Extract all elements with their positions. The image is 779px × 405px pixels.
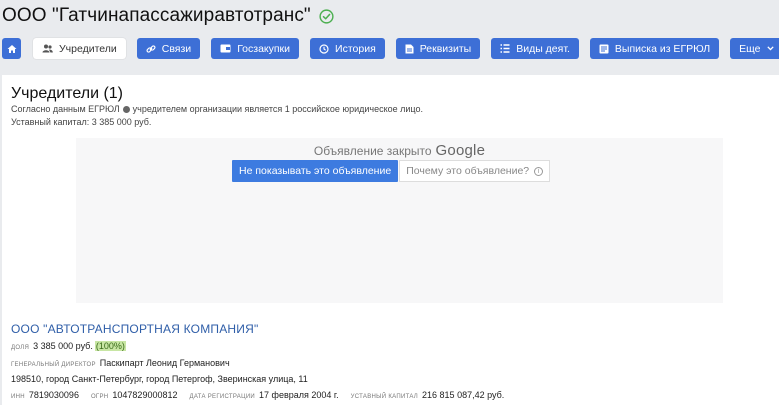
page-title: ООО "Гатчинапассажиравтотранс" [2, 5, 311, 26]
tab-activities[interactable]: Виды деят. [491, 38, 579, 59]
ogrn-value: 1047829000812 [112, 390, 178, 400]
tab-egrul-extract-label: Выписка из ЕГРЮЛ [614, 42, 711, 55]
founder-ids-row: ИНН 7819030096 ОГРН 1047829000812 дата р… [11, 390, 516, 400]
ad-closed-text: Объявление закрыто Google [76, 142, 723, 159]
tab-founders-label: Учредители [59, 42, 117, 55]
wallet-icon [220, 44, 231, 53]
regdate-value: 17 февраля 2004 г. [259, 390, 339, 400]
why-ad-label: Почему это объявление? [406, 165, 530, 177]
tab-activities-label: Виды деят. [516, 42, 570, 55]
regdate-group: дата регистрации 17 февраля 2004 г. [189, 390, 338, 400]
section-title: Учредители (1) [11, 85, 124, 102]
tab-procurement[interactable]: Госзакупки [211, 38, 300, 59]
info-icon[interactable] [122, 105, 130, 113]
section-note-prefix: Согласно данным ЕГРЮЛ [11, 104, 120, 114]
home-icon [7, 44, 17, 54]
extract-icon [599, 44, 609, 54]
tab-connections-label: Связи [161, 42, 192, 55]
founder-capital-value: 216 815 087,42 руб. [422, 390, 505, 400]
info-circle-icon: i [534, 166, 544, 176]
ogrn-group: ОГРН 1047829000812 [91, 390, 178, 400]
ogrn-label: ОГРН [90, 394, 109, 400]
tab-requisites[interactable]: Реквизиты [395, 38, 481, 59]
share-row: доля 3 385 000 руб. (100%) [11, 341, 126, 351]
share-value: 3 385 000 руб. [33, 341, 93, 351]
authorized-capital: Уставный капитал: 3 385 000 руб. [11, 117, 152, 127]
inn-group: ИНН 7819030096 [11, 390, 79, 400]
regdate-label: дата регистрации [189, 394, 256, 400]
history-icon [319, 43, 329, 54]
director-name: Паскипарт Леонид Германович [99, 358, 230, 368]
ad-closed-label: Объявление закрыто [313, 144, 432, 158]
hide-ad-button[interactable]: Не показывать это объявление [232, 160, 399, 182]
more-dropdown[interactable]: Еще [730, 38, 779, 59]
founders-panel: Учредители (1) Согласно данным ЕГРЮЛ учр… [2, 75, 779, 405]
director-label: генеральный директор [11, 362, 96, 368]
verified-check-icon [319, 8, 334, 24]
tab-connections[interactable]: Связи [136, 38, 201, 59]
tab-founders[interactable]: Учредители [33, 38, 126, 59]
founder-address: 198510, город Санкт-Петербург, город Пет… [11, 374, 308, 384]
home-button[interactable] [2, 38, 21, 59]
tab-requisites-label: Реквизиты [419, 42, 472, 55]
inn-label: ИНН [11, 394, 25, 400]
section-note: Согласно данным ЕГРЮЛ учредителем органи… [11, 104, 423, 114]
tab-egrul-extract[interactable]: Выписка из ЕГРЮЛ [589, 38, 720, 59]
founder-capital-label: уставный капитал [350, 394, 419, 400]
why-ad-button[interactable]: Почему это объявление? i [399, 160, 551, 182]
ad-buttons: Не показывать это объявление Почему это … [232, 160, 551, 182]
list-icon [500, 44, 510, 53]
section-note-suffix: учредителем организации является 1 росси… [132, 104, 423, 114]
share-label: доля [11, 345, 30, 351]
founder-capital-group: уставный капитал 216 815 087,42 руб. [351, 390, 505, 400]
document-icon [405, 44, 414, 54]
title-row: ООО "Гатчинапассажиравтотранс" [2, 5, 334, 27]
chevron-down-icon [766, 46, 774, 51]
more-dropdown-label: Еще [739, 42, 761, 55]
inn-value: 7819030096 [28, 390, 79, 400]
page-header: ООО "Гатчинапассажиравтотранс" Учредител… [0, 0, 779, 75]
ad-placeholder: Объявление закрыто Google Не показывать э… [76, 138, 723, 303]
users-icon [42, 44, 53, 53]
tab-procurement-label: Госзакупки [237, 42, 291, 55]
tab-history-label: История [335, 42, 376, 55]
link-icon [146, 44, 156, 54]
tab-nav: Учредители Связи Госзакупки История Рекв [2, 38, 779, 59]
google-logo: Google [435, 142, 486, 159]
founder-company-link[interactable]: ООО "АВТОТРАНСПОРТНАЯ КОМПАНИЯ" [11, 322, 258, 336]
share-percent-badge: (100%) [94, 341, 126, 351]
tab-history[interactable]: История [310, 38, 385, 59]
director-row: генеральный директор Паскипарт Леонид Ге… [11, 358, 230, 368]
